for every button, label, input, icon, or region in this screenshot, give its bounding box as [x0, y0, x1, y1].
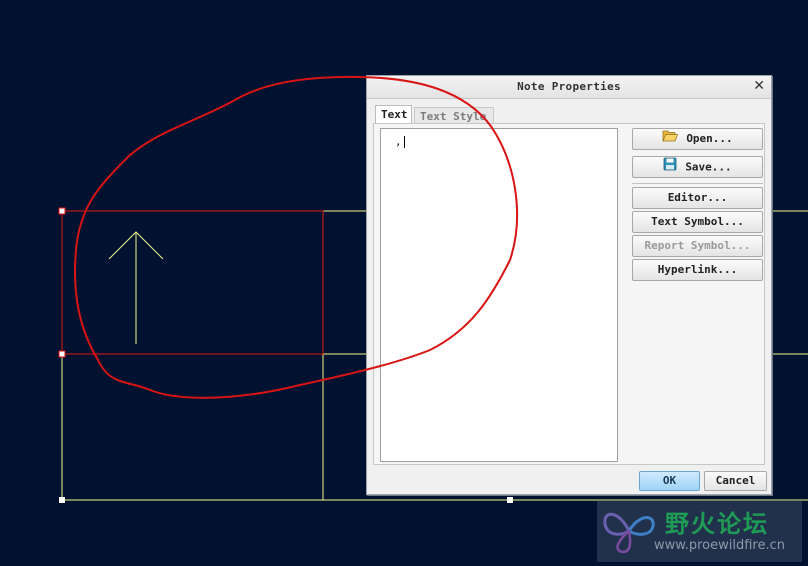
- tab-text-style[interactable]: Text Style: [414, 107, 494, 124]
- watermark: 野火论坛 www.proewildfire.cn: [597, 500, 802, 562]
- folder-open-icon: [662, 129, 679, 149]
- ok-button[interactable]: OK: [639, 471, 700, 491]
- editor-button[interactable]: Editor...: [632, 187, 763, 209]
- tab-text[interactable]: Text: [375, 105, 412, 124]
- note-text-area[interactable]: ,: [380, 128, 618, 462]
- dialog-titlebar[interactable]: Note Properties ✕: [367, 76, 771, 99]
- floppy-disk-icon: [663, 157, 677, 178]
- endpoint-handle-left[interactable]: [59, 497, 65, 503]
- report-symbol-button[interactable]: Report Symbol...: [632, 235, 763, 257]
- handle-bottom-left[interactable]: [58, 350, 66, 358]
- watermark-url: www.proewildfire.cn: [654, 538, 785, 553]
- close-icon[interactable]: ✕: [753, 78, 765, 94]
- text-tab-panel: , Open... Save... Editor... Text Symbol.…: [373, 123, 765, 465]
- open-button-label: Open...: [686, 132, 733, 145]
- hyperlink-button[interactable]: Hyperlink...: [632, 259, 763, 281]
- watermark-logo-text: 野火论坛: [665, 510, 769, 538]
- note-properties-dialog: Note Properties ✕ Text Text Style , Open…: [366, 75, 772, 495]
- text-caret: [403, 136, 405, 148]
- save-button-label: Save...: [685, 160, 732, 174]
- button-separator: [632, 183, 763, 184]
- handle-top-left[interactable]: [58, 207, 66, 215]
- cancel-button[interactable]: Cancel: [704, 471, 767, 491]
- note-text: ,: [395, 135, 402, 148]
- endpoint-handle-mid[interactable]: [507, 497, 513, 503]
- dialog-title: Note Properties: [517, 80, 621, 93]
- selection-box[interactable]: [61, 210, 324, 355]
- text-symbol-button[interactable]: Text Symbol...: [632, 211, 763, 233]
- open-button[interactable]: Open...: [632, 128, 763, 150]
- save-button[interactable]: Save...: [632, 156, 763, 178]
- butterfly-logo-icon: [603, 512, 655, 554]
